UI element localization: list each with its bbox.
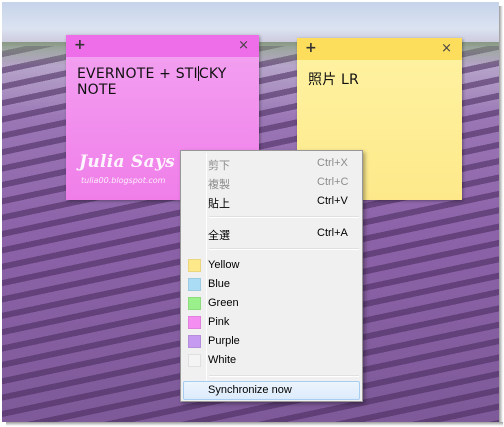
watermark-logo: Julia Says: [79, 152, 175, 172]
note-text[interactable]: 照片 LR: [297, 60, 462, 89]
menu-item-shortcut: Ctrl+X: [317, 157, 348, 169]
color-swatch: [188, 278, 201, 291]
menu-item-label: Yellow: [208, 259, 240, 271]
menu-item-color-white[interactable]: White: [183, 351, 360, 370]
note-text-part-1: EVERNOTE + STI: [77, 66, 198, 82]
note-header[interactable]: + ×: [66, 35, 259, 57]
close-note-button[interactable]: ×: [238, 38, 249, 53]
menu-item-label: 剪下: [208, 160, 230, 172]
menu-item-label: Synchronize now: [208, 384, 292, 396]
menu-item-color-blue[interactable]: Blue: [183, 275, 360, 294]
menu-separator: [209, 248, 359, 250]
menu-item-synchronize[interactable]: Synchronize now: [183, 381, 360, 400]
menu-item-label: Purple: [208, 335, 240, 347]
menu-separator: [209, 216, 359, 218]
menu-item-cut[interactable]: 剪下 Ctrl+X: [183, 154, 360, 173]
note-header[interactable]: + ×: [297, 38, 462, 60]
menu-item-shortcut: Ctrl+V: [317, 195, 348, 207]
color-swatch: [188, 259, 201, 272]
add-note-button[interactable]: +: [74, 37, 86, 53]
frame-shadow-right: [499, 6, 503, 424]
frame-shadow-bottom: [6, 422, 503, 426]
menu-separator: [209, 375, 359, 377]
color-swatch: [188, 316, 201, 329]
menu-item-color-pink[interactable]: Pink: [183, 313, 360, 332]
menu-item-label: Green: [208, 297, 239, 309]
menu-item-label: White: [208, 354, 237, 366]
menu-item-shortcut: Ctrl+C: [317, 176, 349, 188]
close-note-button[interactable]: ×: [441, 41, 452, 56]
menu-item-color-yellow[interactable]: Yellow: [183, 256, 360, 275]
menu-item-paste[interactable]: 貼上 Ctrl+V: [183, 192, 360, 211]
menu-item-copy[interactable]: 複製 Ctrl+C: [183, 173, 360, 192]
menu-item-label: Blue: [208, 278, 231, 290]
menu-item-label: 全選: [208, 230, 230, 242]
menu-item-label: Pink: [208, 316, 230, 328]
menu-item-color-purple[interactable]: Purple: [183, 332, 360, 351]
context-menu: 剪下 Ctrl+X 複製 Ctrl+C 貼上 Ctrl+V 全選 Ctrl+A …: [180, 150, 363, 402]
color-swatch: [188, 297, 201, 310]
watermark-url: tulia00.blogspot.com: [81, 176, 166, 185]
menu-item-shortcut: Ctrl+A: [317, 227, 348, 239]
menu-item-select-all[interactable]: 全選 Ctrl+A: [183, 224, 360, 243]
color-swatch: [188, 335, 201, 348]
menu-item-label: 貼上: [208, 198, 230, 210]
color-swatch: [188, 354, 201, 367]
add-note-button[interactable]: +: [305, 40, 317, 56]
menu-item-label: 複製: [208, 179, 230, 191]
note-text[interactable]: EVERNOTE + STICKY NOTE: [66, 57, 259, 98]
menu-item-color-green[interactable]: Green: [183, 294, 360, 313]
